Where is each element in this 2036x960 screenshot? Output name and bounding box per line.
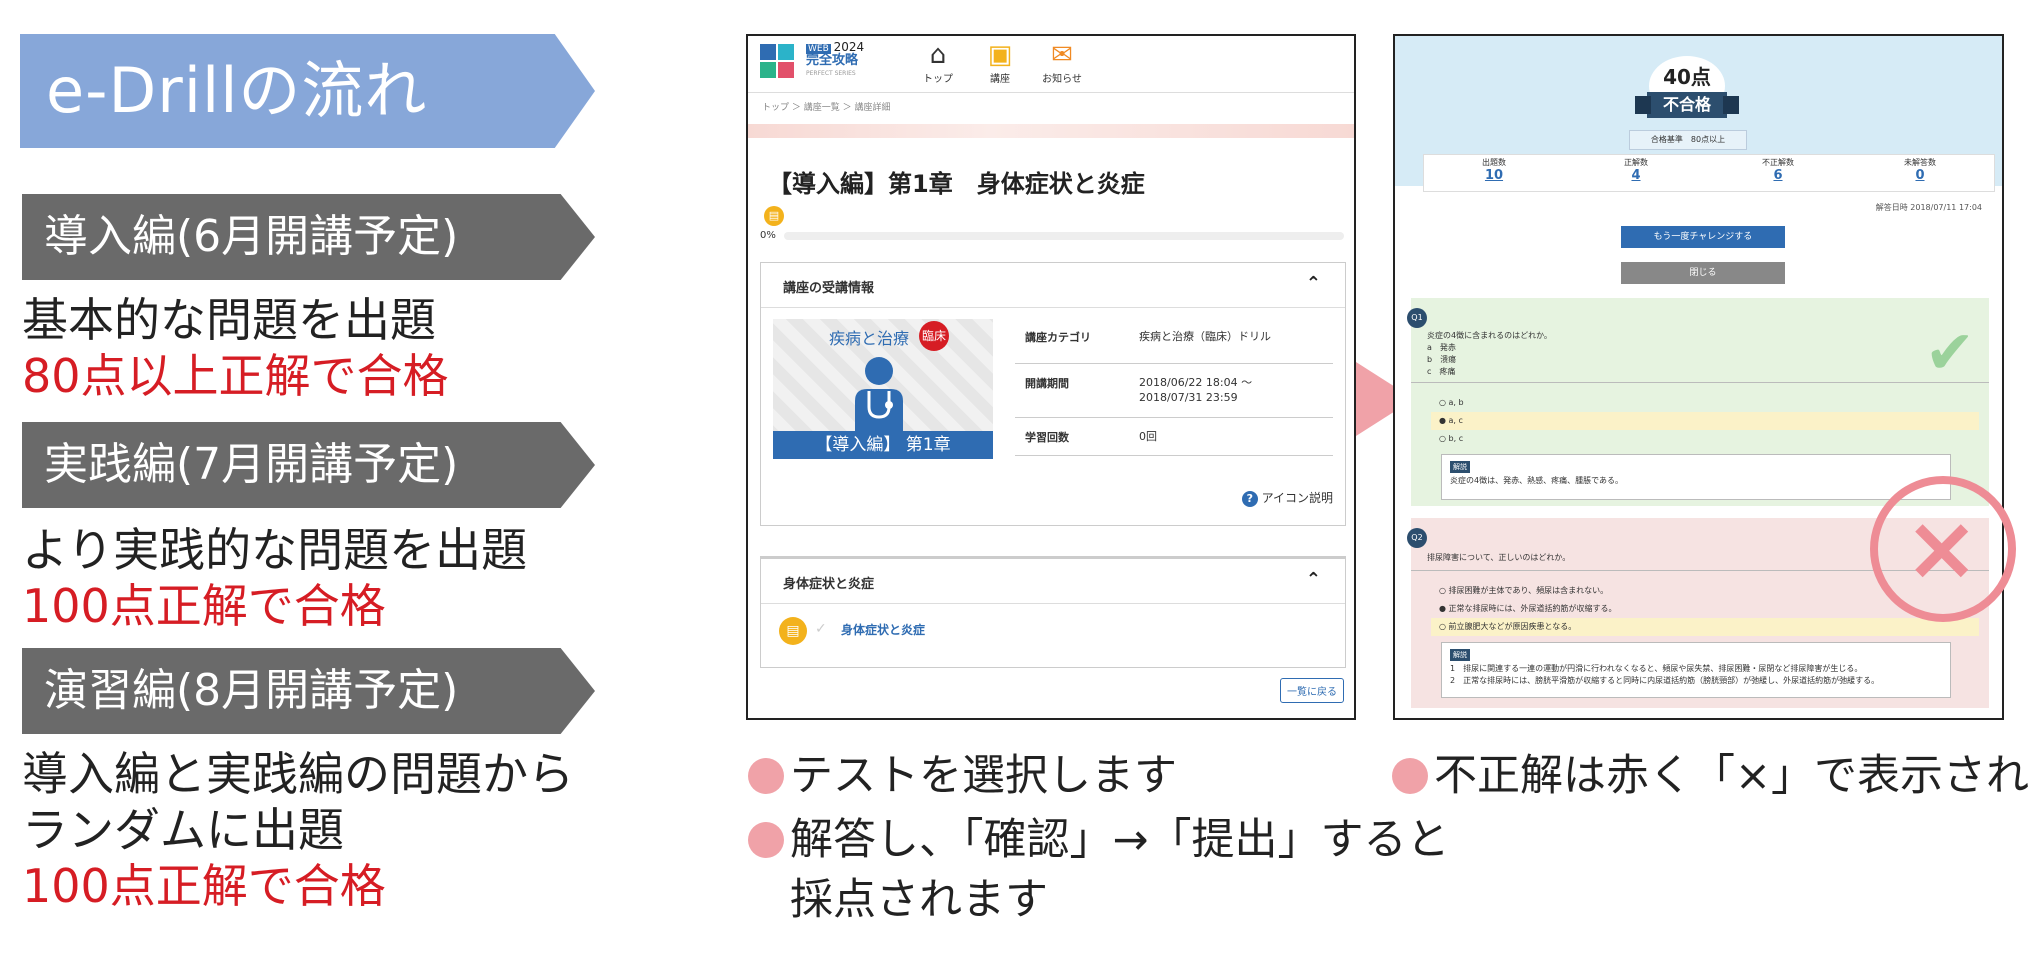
caption-answer: 解答し、「確認」→「提出」すると [748, 810, 1450, 870]
check-icon: ✔ [1924, 318, 1975, 388]
course-title: 【導入編】第1章 身体症状と炎症 [768, 170, 1145, 198]
question-number: Q2 [1407, 528, 1427, 548]
info-row-category: 講座カテゴリ 疾病と治療（臨床）ドリル [1015, 317, 1333, 364]
course-info-panel: 講座の受講情報 ⌃ 疾病と治療 臨床 【導入編】 第1章 講座カテゴリ 疾病と治… [760, 262, 1346, 526]
panel-title: 身体症状と炎症 [783, 577, 875, 592]
bullet-icon [748, 757, 784, 794]
lesson-link[interactable]: 身体症状と炎症 [841, 621, 925, 638]
close-button[interactable]: 閉じる [1621, 262, 1785, 284]
incorrect-mark: × [1870, 476, 2016, 622]
option[interactable]: ○ b, c [1431, 430, 1979, 448]
progress-label: 0% [760, 230, 776, 241]
answer-date: 解答日時 2018/07/11 17:04 [1875, 203, 1982, 212]
explanation-box: 解説 炎症の4徴は、発赤、熱感、疼痛、腫脹である。 [1441, 454, 1951, 500]
result-screenshot: 40点 不合格 合格基準 80点以上 出題数 10 正解数 4 不正解数 6 未解答数… [1393, 34, 2004, 720]
question-text: 炎症の4徴に含まれるのはどれか。 a 発赤 b 溃瘍 c 疼痛 [1427, 331, 1552, 376]
course-thumbnail: 疾病と治療 臨床 【導入編】 第1章 [773, 319, 993, 459]
step-pass-text: 100点正解で合格 [22, 579, 386, 633]
info-row-period: 開講期間 2018/06/22 18:04 〜 2018/07/31 23:59 [1015, 363, 1333, 418]
mail-icon: ✉ [1051, 40, 1073, 70]
option[interactable]: ○ 前立腺肥大などが原因疾患となる。 [1431, 618, 1979, 636]
back-to-list-button[interactable]: 一覧に戻る [1280, 678, 1344, 703]
clinical-badge: 臨床 [919, 321, 949, 351]
nav-news[interactable]: ✉ お知らせ [1032, 40, 1092, 85]
question-number: Q1 [1407, 308, 1427, 328]
retry-button[interactable]: もう一度チャレンジする [1621, 226, 1785, 248]
step-pass-text: 80点以上正解で合格 [22, 349, 449, 403]
step-desc-practice: より実践的な問題を出題 100点正解で合格 [22, 522, 527, 634]
home-icon: ⌂ [929, 40, 947, 70]
course-detail-screenshot: WEB 2024 完全攻略 PERFECT SERIES ⌂ トップ ▣ 講座 … [746, 34, 1356, 720]
step-banner-practice: 実践編(7月開講予定) [22, 422, 595, 508]
help-icon: ? [1241, 491, 1258, 507]
stat-unanswered: 未解答数 0 [1904, 158, 1936, 183]
step-banner-exercise: 演習編(8月開講予定) [22, 648, 595, 734]
top-navbar: WEB 2024 完全攻略 PERFECT SERIES ⌂ トップ ▣ 講座 … [748, 36, 1354, 93]
step-desc-text: 基本的な問題を出題 [22, 293, 436, 347]
bullet-icon [1392, 757, 1428, 794]
step-label: 導入編(6月開講予定) [44, 211, 459, 262]
question-text: 排尿障害について、正しいのはどれか。 [1427, 553, 1571, 562]
info-row-count: 学習回数 0回 [1015, 417, 1333, 456]
explanation-box: 解説 1 排尿に関連する一連の運動が円滑に行われなくなると、頻尿や尿失禁、排尿困… [1441, 642, 1951, 698]
doctor-icon [855, 357, 903, 431]
document-icon: ▤ [764, 206, 784, 226]
pass-criteria: 合格基準 80点以上 [1629, 130, 1747, 150]
step-desc-text: 導入編と実践編の問題から [22, 747, 574, 801]
nav-top[interactable]: ⌂ トップ [908, 40, 968, 85]
step-pass-text: 100点正解で合格 [22, 859, 386, 913]
lecture-icon: ▣ [987, 40, 1013, 70]
panel-header[interactable]: 講座の受講情報 ⌃ [761, 263, 1345, 308]
logo-text: WEB 2024 完全攻略 PERFECT SERIES [806, 40, 865, 77]
caption-graded: 採点されます [790, 875, 1048, 925]
step-label: 演習編(8月開講予定) [44, 665, 459, 716]
step-desc-intro: 基本的な問題を出題 80点以上正解で合格 [22, 292, 449, 404]
step-banner-intro: 導入編(6月開講予定) [22, 194, 595, 280]
stat-correct: 正解数 4 [1624, 158, 1648, 183]
progress-bar [784, 232, 1344, 240]
option[interactable]: ○ a, b [1431, 394, 1979, 412]
stats-bar: 出題数 10 正解数 4 不正解数 6 未解答数 0 [1423, 154, 1995, 192]
check-icon: ✓ [815, 621, 827, 637]
logo-icon [760, 44, 796, 80]
caption-incorrect: 不正解は赤く「×」で表示されます [1392, 746, 2036, 806]
option-selected[interactable]: ● a, c [1431, 412, 1979, 430]
step-label: 実践編(7月開講予定) [44, 439, 459, 490]
step-desc-text: より実践的な問題を出題 [22, 523, 528, 577]
header-strip [748, 124, 1354, 138]
question-q1: Q1 炎症の4徴に含まれるのはどれか。 a 発赤 b 溃瘍 c 疼痛 ✔ ○ a… [1407, 298, 1989, 506]
breadcrumb[interactable]: トップ ＞ 講座一覧 ＞ 講座詳細 [762, 100, 890, 113]
panel-header[interactable]: 身体症状と炎症 ⌃ [761, 559, 1345, 604]
stat-incorrect: 不正解数 6 [1762, 158, 1794, 183]
chevron-up-icon[interactable]: ⌃ [1306, 273, 1321, 294]
icon-help-link[interactable]: ? アイコン説明 [1241, 489, 1333, 507]
thumb-caption: 【導入編】 第1章 [773, 431, 993, 459]
close-icon: × [1904, 496, 1980, 601]
page-title: e-Drillの流れ [46, 54, 428, 127]
step-desc-text-2: ランダムに出題 [22, 803, 344, 857]
caption-select-test: テストを選択します [748, 746, 1177, 806]
step-desc-exercise: 導入編と実践編の問題から ランダムに出題 100点正解で合格 [22, 746, 574, 914]
bullet-icon [748, 821, 784, 858]
chevron-up-icon[interactable]: ⌃ [1306, 569, 1321, 590]
nav-lecture[interactable]: ▣ 講座 [970, 40, 1030, 85]
stat-questions: 出題数 10 [1482, 158, 1506, 183]
document-icon: ▤ [779, 617, 807, 645]
panel-title: 講座の受講情報 [783, 281, 875, 296]
lesson-panel: 身体症状と炎症 ⌃ ▤ ✓ 身体症状と炎症 [760, 556, 1346, 668]
thumb-label: 疾病と治療 [829, 329, 910, 348]
result-ribbon: 不合格 [1635, 92, 1739, 118]
